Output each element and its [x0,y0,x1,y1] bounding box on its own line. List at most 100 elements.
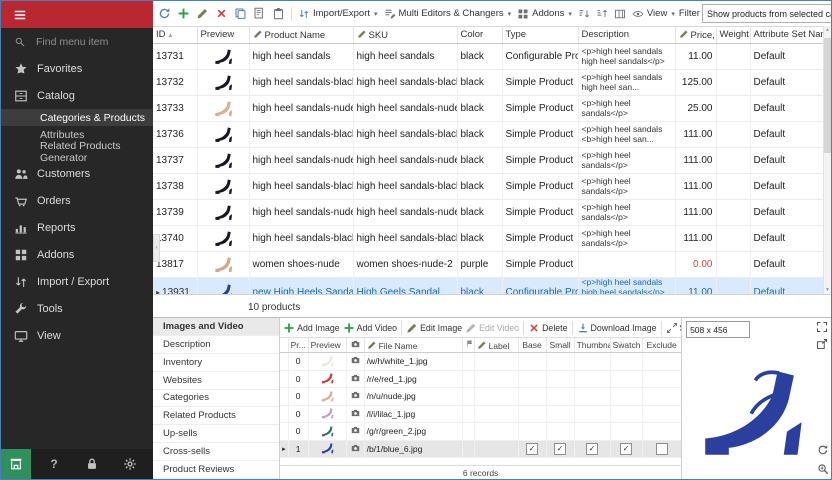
fullscreen-icon[interactable] [816,321,828,333]
column-swatch[interactable]: Swatch [610,338,642,353]
menu-icon[interactable] [13,8,27,22]
edit-video-button[interactable]: Edit Video [464,321,520,335]
tab-description[interactable]: Description [153,336,279,354]
sort-descending-button[interactable] [594,6,610,22]
sidebar-item-customers[interactable]: Customers [1,160,153,187]
column-description[interactable]: Description [578,26,675,44]
image-row[interactable]: 0/n/u/nude.jpg [280,388,681,406]
column-priority[interactable]: Pr... [288,338,308,353]
lock-button[interactable] [77,449,107,479]
column-exclude[interactable]: Exclude [642,338,681,353]
column-label[interactable]: Label [474,338,518,353]
tab-product-reviews[interactable]: Product Reviews [153,461,279,479]
base-checkbox[interactable] [526,443,538,455]
sidebar-item-addons[interactable]: Addons [1,241,153,268]
column-attribute-set[interactable]: Attribute Set Name [750,26,824,44]
column-product-name[interactable]: Product Name [249,26,353,44]
sidebar-item-import-export[interactable]: Import / Export [1,268,153,295]
sidebar-item-catalog[interactable]: Catalog [1,82,153,109]
add-image-button[interactable]: Add Image [282,321,341,335]
column-type[interactable]: Type [502,26,578,44]
product-row[interactable]: 13817women shoes-nudewomen shoes-nude-2p… [153,252,824,278]
column-image-preview[interactable]: Preview [308,338,346,353]
set-resize-rule-button[interactable]: Set Resize Rule [665,321,682,335]
tab-inventory[interactable]: Inventory [153,354,279,372]
paste-button[interactable] [270,5,287,22]
duplicate-button[interactable] [251,5,268,22]
sidebar-item-categories-products[interactable]: Categories & Products [1,109,153,126]
add-product-button[interactable] [175,5,192,22]
scroll-down-arrow[interactable]: ▼ [824,287,831,293]
product-row[interactable]: ▸13931new High Heels SandalsHigh Geels S… [153,278,824,295]
tab-images-and-video[interactable]: Images and Video [153,318,279,336]
column-id[interactable]: ID [153,26,197,44]
sidebar-item-orders[interactable]: Orders [1,187,153,214]
addons-menu[interactable]: Addons [515,6,574,22]
edit-product-button[interactable] [194,5,211,22]
column-weight[interactable]: Weight [716,26,750,44]
sidebar-item-tools[interactable]: Tools [1,295,153,322]
column-thumbnail[interactable]: Thumbna... [574,338,610,353]
product-row[interactable]: 13739high heel sandals-nude-37high heel … [153,200,824,226]
product-row[interactable]: 13732high heel sandals-blackhigh heel sa… [153,70,824,96]
column-small[interactable]: Small [546,338,574,353]
sort-ascending-button[interactable] [576,6,592,22]
import-export-menu[interactable]: Import/Export [296,6,380,22]
multi-editors-menu[interactable]: Multi Editors & Changers [382,6,514,22]
sidebar-item-related-products-generator[interactable]: Related Products Generator [1,143,153,160]
open-external-icon[interactable] [816,338,828,350]
column-camera[interactable] [346,338,364,353]
product-row[interactable]: 13731high heel sandalshigh heel sandalsb… [153,44,824,70]
filter-select[interactable]: Show products from selected categories [702,4,831,23]
view-menu[interactable]: View [630,6,677,22]
product-row[interactable]: 13736high heel sandals-black-36high heel… [153,122,824,148]
image-row[interactable]: 0/r/e/red_1.jpg [280,370,681,388]
column-preview[interactable]: Preview [197,26,249,44]
refresh-button[interactable] [156,5,173,22]
sidebar-item-view[interactable]: View [1,322,153,349]
column-flag[interactable] [462,338,474,353]
help-button[interactable]: ? [39,449,69,479]
column-base[interactable]: Base [518,338,546,353]
tab-cross-sells[interactable]: Cross-sells [153,443,279,461]
sidebar-item-favorites[interactable]: Favorites [1,55,153,82]
product-row[interactable]: 13733high heel sandals-nudehigh heel san… [153,96,824,122]
tab-related-products[interactable]: Related Products [153,407,279,425]
rotate-icon[interactable] [817,444,829,456]
column-file-name[interactable]: File Name [364,338,462,353]
store-button[interactable] [1,449,31,479]
download-image-button[interactable]: Download Image [576,321,658,335]
tab-websites[interactable]: Websites [153,372,279,390]
column-price[interactable]: Price, [675,26,716,44]
grid-splitter-handle[interactable]: ‹ [153,234,160,262]
delete-product-button[interactable] [213,5,230,22]
scroll-up-arrow[interactable]: ▲ [824,27,831,33]
menu-search-input[interactable] [34,35,138,49]
vertical-scrollbar[interactable]: ▲ ▼ [823,26,831,294]
image-row[interactable]: 0/l/i/lilac_1.jpg [280,405,681,423]
column-color[interactable]: Color [457,26,502,44]
product-row[interactable]: 13737high heel sandals-nude-36high heel … [153,148,824,174]
swatch-checkbox[interactable] [620,443,632,455]
exclude-checkbox[interactable] [656,443,668,455]
columns-button[interactable] [612,6,628,22]
sidebar-item-reports[interactable]: Reports [1,214,153,241]
product-row[interactable]: 13740high heel sandals-black-38high heel… [153,226,824,252]
product-row[interactable]: 13738high heel sandals-black-37high heel… [153,174,824,200]
copy-button[interactable] [232,5,249,22]
small-checkbox[interactable] [554,443,566,455]
column-sku[interactable]: SKU [353,26,457,44]
settings-button[interactable] [115,449,145,479]
delete-image-button[interactable]: Delete [527,321,568,335]
image-preview[interactable] [688,340,815,471]
image-row[interactable]: 0/g/r/green_2.jpg [280,423,681,441]
thumbnail-checkbox[interactable] [586,443,598,455]
image-size-input[interactable] [686,321,750,338]
scrollbar-thumb[interactable] [824,38,831,153]
image-row[interactable]: ▸1/b/1/blue_6.jpg [280,440,681,458]
edit-image-button[interactable]: Edit Image [405,321,463,335]
add-video-button[interactable]: Add Video [342,321,398,335]
zoom-icon[interactable] [817,463,829,475]
tab-categories[interactable]: Categories [153,390,279,408]
image-row[interactable]: 0/w/h/white_1.jpg [280,353,681,371]
